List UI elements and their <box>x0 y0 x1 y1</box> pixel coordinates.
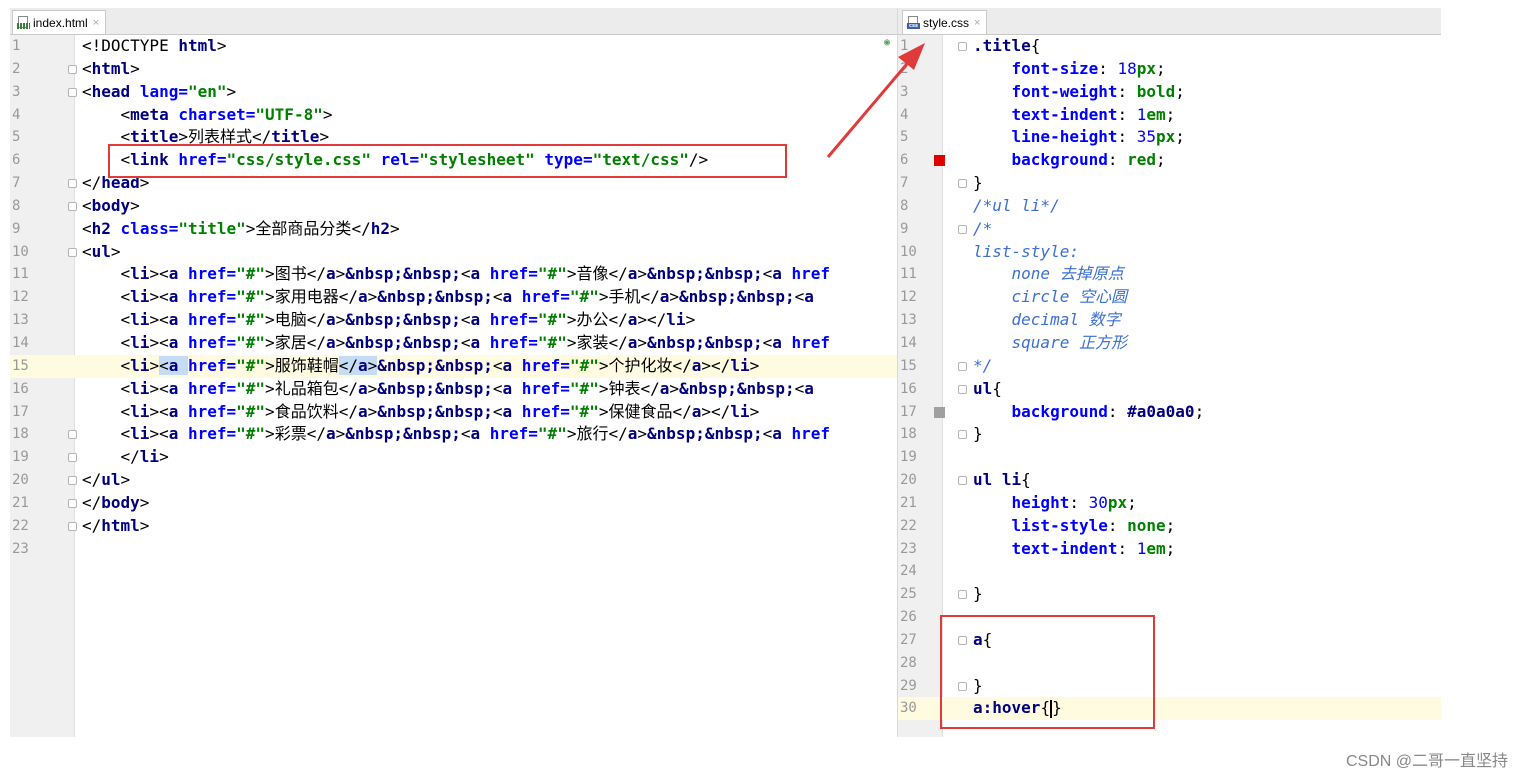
arrow-head <box>898 43 925 70</box>
arrow-shaft <box>826 57 914 158</box>
watermark: CSDN @二哥一直坚持 <box>1345 753 1508 770</box>
annotation-arrow <box>826 43 925 158</box>
